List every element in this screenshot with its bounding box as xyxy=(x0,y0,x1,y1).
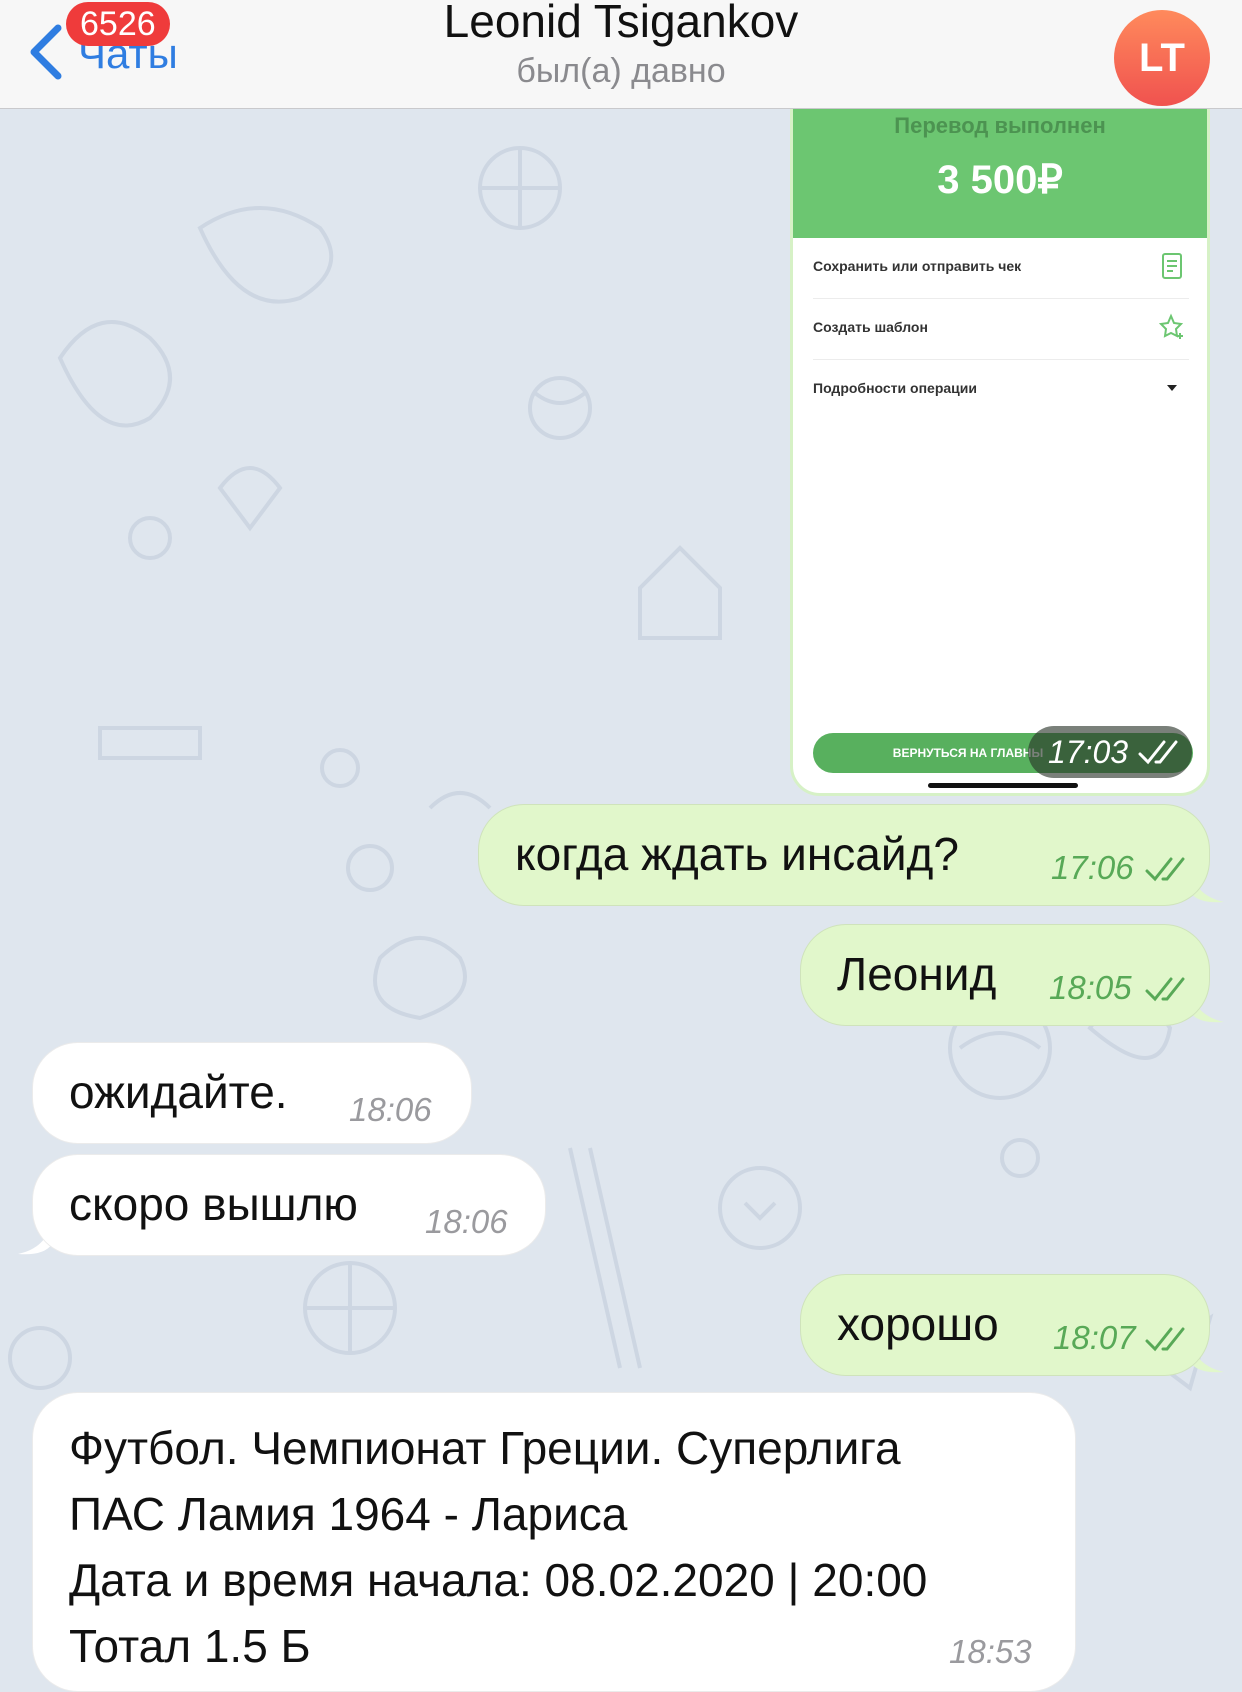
chat-header: Чаты 6526 Leonid Tsigankov был(а) давно … xyxy=(0,0,1242,109)
message-text: когда ждать инсайд? xyxy=(515,828,959,880)
template-row-label: Создать шаблон xyxy=(813,319,928,335)
read-checks-icon xyxy=(1138,740,1178,765)
message-text: хорошо xyxy=(837,1298,999,1350)
chat-title[interactable]: Leonid Tsigankov xyxy=(0,0,1242,48)
message-bubble-outgoing[interactable]: хорошо 18:07 xyxy=(800,1274,1210,1376)
home-indicator xyxy=(928,783,1078,788)
image-timestamp: 17:03 xyxy=(1028,726,1192,778)
receipt-icon xyxy=(1162,253,1182,279)
details-row: Подробности операции xyxy=(813,360,1189,420)
message-time: 18:07 xyxy=(1053,1319,1136,1356)
message-bubble-incoming[interactable]: ожидайте. 18:06 xyxy=(32,1042,472,1144)
message-text: ожидайте. xyxy=(69,1066,288,1118)
message-time: 18:53 xyxy=(949,1633,1032,1670)
return-home-label: ВЕРНУТЬСЯ НА ГЛАВНЫ xyxy=(892,746,1044,760)
dropdown-arrow-icon xyxy=(1167,385,1177,391)
template-row: Создать шаблон xyxy=(813,299,1189,360)
read-checks-icon xyxy=(1145,1327,1185,1352)
receipt-row: Сохранить или отправить чек xyxy=(813,238,1189,299)
message-bubble-incoming-long[interactable]: Футбол. Чемпионат Греции. Суперлига ПАС … xyxy=(32,1392,1076,1692)
last-seen-status: был(а) давно xyxy=(516,52,726,90)
message-time: 17:06 xyxy=(1051,849,1134,886)
message-time: 18:05 xyxy=(1049,969,1132,1006)
message-bubble-outgoing[interactable]: Леонид 18:05 xyxy=(800,924,1210,1026)
message-time: 18:06 xyxy=(349,1091,432,1128)
long-message-line: ПАС Ламия 1964 - Лариса xyxy=(69,1488,628,1540)
transfer-amount: 3 500₽ xyxy=(937,158,1063,202)
message-time: 18:06 xyxy=(425,1203,508,1240)
long-message-text: Футбол. Чемпионат Греции. Суперлига ПАС … xyxy=(69,1415,927,1679)
message-text: скоро вышлю xyxy=(69,1178,358,1230)
receipt-row-label: Сохранить или отправить чек xyxy=(813,258,1022,274)
long-message-line: Дата и время начала: 08.02.2020 | 20:00 xyxy=(69,1554,928,1606)
transfer-status: Перевод выполнен xyxy=(894,113,1106,138)
message-bubble-outgoing[interactable]: когда ждать инсайд? 17:06 xyxy=(478,804,1210,906)
image-message[interactable]: Перевод выполнен 3 500₽ Сохранить или от… xyxy=(790,80,1210,796)
long-message-line: Тотал 1.5 Б xyxy=(69,1620,311,1672)
avatar[interactable]: LT xyxy=(1114,10,1210,106)
message-bubble-incoming[interactable]: скоро вышлю 18:06 xyxy=(32,1154,546,1256)
long-message-line: Футбол. Чемпионат Греции. Суперлига xyxy=(69,1422,901,1474)
image-time: 17:03 xyxy=(1048,734,1129,770)
read-checks-icon xyxy=(1145,977,1185,1002)
details-row-label: Подробности операции xyxy=(813,380,977,396)
message-text: Леонид xyxy=(837,948,997,1000)
read-checks-icon xyxy=(1145,857,1185,882)
star-plus-icon xyxy=(1159,313,1184,339)
